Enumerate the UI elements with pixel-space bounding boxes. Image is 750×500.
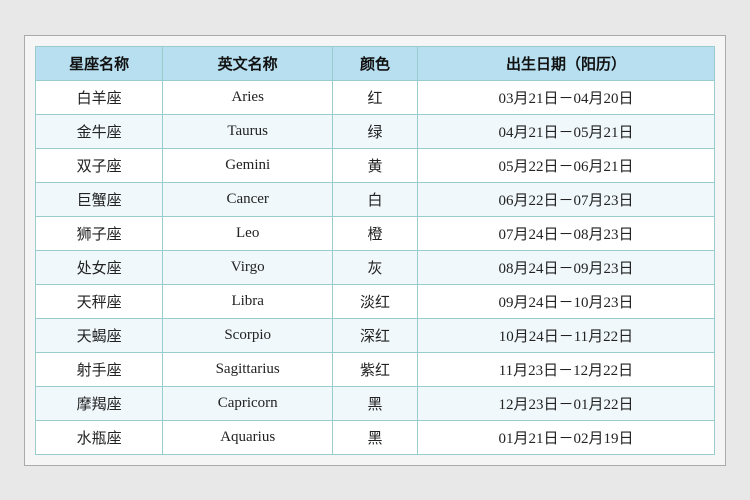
table-row: 狮子座Leo橙07月24日－08月23日 [36, 216, 715, 250]
table-row: 巨蟹座Cancer白06月22日－07月23日 [36, 182, 715, 216]
table-row: 双子座Gemini黄05月22日－06月21日 [36, 148, 715, 182]
table-row: 射手座Sagittarius紫红11月23日－12月22日 [36, 352, 715, 386]
header-en: 英文名称 [163, 46, 333, 80]
cell-color: 灰 [333, 250, 418, 284]
cell-en: Cancer [163, 182, 333, 216]
cell-color: 黑 [333, 420, 418, 454]
cell-cn: 巨蟹座 [36, 182, 163, 216]
cell-color: 红 [333, 80, 418, 114]
cell-date: 10月24日－11月22日 [417, 318, 714, 352]
cell-en: Aries [163, 80, 333, 114]
cell-cn: 天蝎座 [36, 318, 163, 352]
table-row: 处女座Virgo灰08月24日－09月23日 [36, 250, 715, 284]
table-row: 金牛座Taurus绿04月21日－05月21日 [36, 114, 715, 148]
cell-date: 09月24日－10月23日 [417, 284, 714, 318]
cell-cn: 摩羯座 [36, 386, 163, 420]
cell-color: 白 [333, 182, 418, 216]
cell-cn: 水瓶座 [36, 420, 163, 454]
cell-date: 07月24日－08月23日 [417, 216, 714, 250]
cell-en: Leo [163, 216, 333, 250]
cell-date: 06月22日－07月23日 [417, 182, 714, 216]
header-date: 出生日期（阳历） [417, 46, 714, 80]
cell-cn: 天秤座 [36, 284, 163, 318]
cell-date: 01月21日－02月19日 [417, 420, 714, 454]
cell-cn: 射手座 [36, 352, 163, 386]
cell-date: 03月21日－04月20日 [417, 80, 714, 114]
cell-en: Libra [163, 284, 333, 318]
cell-color: 橙 [333, 216, 418, 250]
cell-color: 紫红 [333, 352, 418, 386]
cell-en: Sagittarius [163, 352, 333, 386]
table-header-row: 星座名称 英文名称 颜色 出生日期（阳历） [36, 46, 715, 80]
table-row: 天秤座Libra淡红09月24日－10月23日 [36, 284, 715, 318]
cell-en: Aquarius [163, 420, 333, 454]
cell-date: 12月23日－01月22日 [417, 386, 714, 420]
table-row: 水瓶座Aquarius黑01月21日－02月19日 [36, 420, 715, 454]
cell-color: 淡红 [333, 284, 418, 318]
cell-date: 05月22日－06月21日 [417, 148, 714, 182]
cell-color: 黑 [333, 386, 418, 420]
cell-color: 黄 [333, 148, 418, 182]
cell-en: Capricorn [163, 386, 333, 420]
cell-cn: 处女座 [36, 250, 163, 284]
cell-color: 深红 [333, 318, 418, 352]
zodiac-table-wrapper: 星座名称 英文名称 颜色 出生日期（阳历） 白羊座Aries红03月21日－04… [24, 35, 726, 466]
cell-date: 11月23日－12月22日 [417, 352, 714, 386]
table-row: 摩羯座Capricorn黑12月23日－01月22日 [36, 386, 715, 420]
cell-cn: 金牛座 [36, 114, 163, 148]
cell-en: Scorpio [163, 318, 333, 352]
cell-en: Taurus [163, 114, 333, 148]
cell-color: 绿 [333, 114, 418, 148]
header-cn: 星座名称 [36, 46, 163, 80]
cell-cn: 白羊座 [36, 80, 163, 114]
cell-date: 04月21日－05月21日 [417, 114, 714, 148]
cell-cn: 狮子座 [36, 216, 163, 250]
cell-date: 08月24日－09月23日 [417, 250, 714, 284]
zodiac-table: 星座名称 英文名称 颜色 出生日期（阳历） 白羊座Aries红03月21日－04… [35, 46, 715, 455]
cell-cn: 双子座 [36, 148, 163, 182]
cell-en: Virgo [163, 250, 333, 284]
table-row: 天蝎座Scorpio深红10月24日－11月22日 [36, 318, 715, 352]
table-row: 白羊座Aries红03月21日－04月20日 [36, 80, 715, 114]
header-color: 颜色 [333, 46, 418, 80]
cell-en: Gemini [163, 148, 333, 182]
